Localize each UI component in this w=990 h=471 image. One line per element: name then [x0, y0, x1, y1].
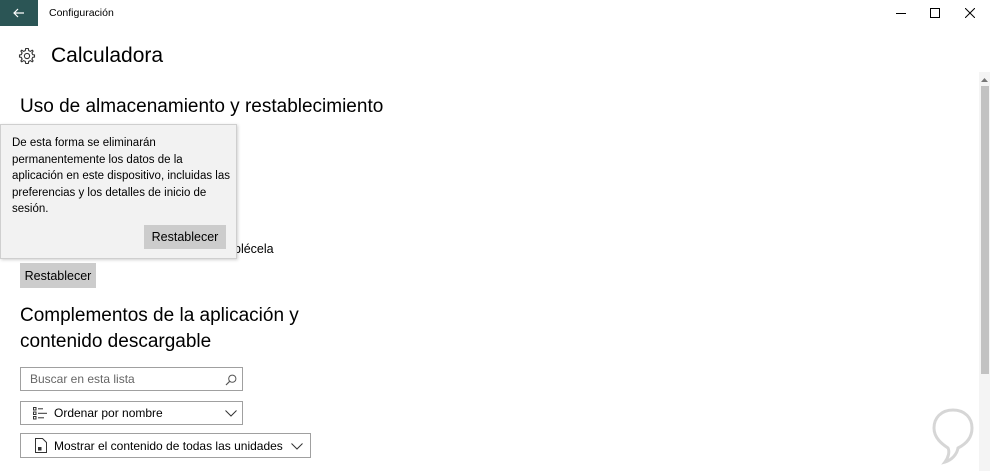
chevron-down-icon	[225, 410, 237, 417]
back-button[interactable]	[0, 0, 38, 26]
drive-icon	[35, 438, 47, 453]
minimize-icon	[896, 13, 906, 14]
addons-heading-line2: contenido descargable	[20, 331, 212, 352]
close-button[interactable]	[953, 0, 987, 26]
maximize-icon	[930, 8, 940, 18]
gear-icon	[18, 47, 36, 65]
sort-icon	[33, 406, 47, 419]
storage-description-partial: plécela	[234, 242, 274, 256]
drive-filter-dropdown[interactable]: Mostrar el contenido de todas las unidad…	[20, 433, 311, 458]
scrollbar-thumb[interactable]	[981, 86, 989, 374]
minimize-button[interactable]	[884, 0, 918, 26]
flyout-reset-button[interactable]: Restablecer	[144, 225, 226, 249]
reset-confirmation-flyout: De esta forma se eliminarán permanenteme…	[0, 124, 237, 259]
window-title: Configuración	[49, 7, 114, 19]
sort-selected-value: Ordenar por nombre	[54, 406, 163, 420]
scroll-up-button[interactable]	[979, 74, 990, 86]
chevron-down-icon	[291, 443, 303, 450]
scroll-up-arrow-icon	[981, 78, 988, 82]
watermark-logo	[932, 408, 974, 465]
back-arrow-icon	[13, 8, 24, 18]
storage-heading: Uso de almacenamiento y restablecimiento	[20, 96, 384, 117]
search-icon	[225, 374, 237, 386]
page-title: Calculadora	[51, 44, 164, 67]
page-header: Calculadora	[18, 44, 163, 68]
close-icon	[965, 8, 975, 18]
search-input[interactable]: Buscar en esta lista	[20, 367, 243, 391]
title-bar: Configuración	[0, 0, 990, 26]
sort-dropdown[interactable]: Ordenar por nombre	[20, 401, 243, 425]
drive-filter-selected-value: Mostrar el contenido de todas las unidad…	[54, 438, 283, 453]
search-placeholder: Buscar en esta lista	[30, 372, 135, 386]
flyout-message: De esta forma se eliminarán permanenteme…	[12, 137, 230, 215]
reset-button[interactable]: Restablecer	[20, 263, 96, 288]
maximize-button[interactable]	[918, 0, 952, 26]
addons-heading-line1: Complementos de la aplicación y	[20, 305, 299, 326]
